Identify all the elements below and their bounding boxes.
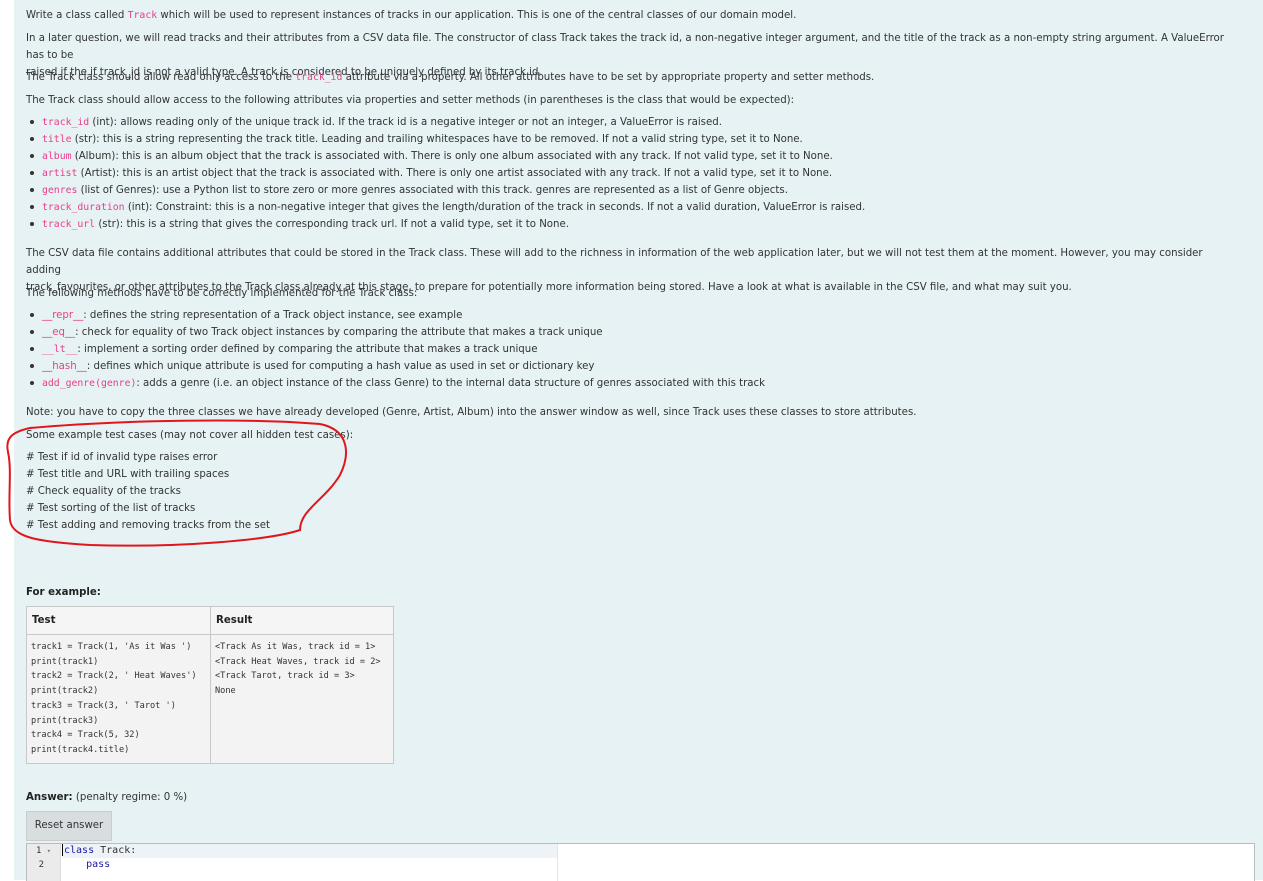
attribute-item: artist (Artist): this is an artist objec… bbox=[30, 165, 1228, 182]
test-case-line: # Test if id of invalid type raises erro… bbox=[26, 452, 218, 463]
code-line[interactable]: class Track: bbox=[62, 844, 557, 858]
code-editor[interactable]: 1 ▾ 2 class Track: pass bbox=[26, 843, 1255, 881]
method-item: __eq__: check for equality of two Track … bbox=[30, 324, 1228, 341]
editor-gutter: 1 ▾ 2 bbox=[27, 844, 61, 881]
intro-text-b: which will be used to represent instance… bbox=[157, 10, 797, 21]
example-test-code: track1 = Track(1, 'As it Was ') print(tr… bbox=[26, 634, 211, 764]
fold-icon[interactable]: ▾ bbox=[47, 847, 51, 855]
code-area[interactable]: class Track: pass bbox=[62, 844, 557, 872]
answer-label: Answer: bbox=[26, 792, 73, 803]
methods-list: __repr__: defines the string representat… bbox=[28, 307, 1228, 392]
method-item: __lt__: implement a sorting order define… bbox=[30, 341, 1228, 358]
code-line[interactable]: pass bbox=[62, 858, 557, 872]
test-case-line: # Test title and URL with trailing space… bbox=[26, 469, 230, 480]
example-heading: For example: bbox=[26, 587, 101, 598]
readonly-paragraph: The Track class should allow read only a… bbox=[26, 69, 1231, 86]
line-number: 2 bbox=[38, 860, 44, 870]
example-result-output: <Track As it Was, track id = 1> <Track H… bbox=[210, 634, 394, 764]
test-cases-list: # Test if id of invalid type raises erro… bbox=[26, 449, 1231, 534]
note-paragraph: Note: you have to copy the three classes… bbox=[26, 407, 917, 418]
line-number: 1 ▾ bbox=[35, 846, 51, 856]
readonly-text-b: attribute via a property. All other attr… bbox=[342, 72, 875, 83]
method-item: __hash__: defines which unique attribute… bbox=[30, 358, 1228, 375]
answer-header: Answer: (penalty regime: 0 %) bbox=[26, 789, 1231, 806]
example-header-result: Result bbox=[210, 606, 394, 635]
constructor-line-1: In a later question, we will read tracks… bbox=[26, 33, 1224, 61]
example-table: Test Result track1 = Track(1, 'As it Was… bbox=[26, 606, 394, 764]
attributes-list: track_id (int): allows reading only of t… bbox=[28, 114, 1228, 233]
csv-line-1: The CSV data file contains additional at… bbox=[26, 248, 1203, 276]
attribute-item: title (str): this is a string representi… bbox=[30, 131, 1228, 148]
track-class-code: Track bbox=[127, 10, 158, 21]
attribute-item: track_duration (int): Constraint: this i… bbox=[30, 199, 1228, 216]
attribute-item: track_url (str): this is a string that g… bbox=[30, 216, 1228, 233]
attribute-item: album (Album): this is an album object t… bbox=[30, 148, 1228, 165]
test-case-line: # Check equality of the tracks bbox=[26, 486, 181, 497]
print-margin bbox=[557, 844, 558, 881]
example-header-test: Test bbox=[26, 606, 211, 635]
intro-text-a: Write a class called bbox=[26, 10, 128, 21]
readonly-text-a: The Track class should allow read only a… bbox=[26, 72, 296, 83]
method-item: __repr__: defines the string representat… bbox=[30, 307, 1228, 324]
reset-answer-button[interactable]: Reset answer bbox=[26, 811, 112, 841]
penalty-regime: (penalty regime: 0 %) bbox=[75, 792, 188, 803]
attribute-item: genres (list of Genres): use a Python li… bbox=[30, 182, 1228, 199]
attribute-item: track_id (int): allows reading only of t… bbox=[30, 114, 1228, 131]
attributes-intro: The Track class should allow access to t… bbox=[26, 95, 795, 106]
test-cases-intro: Some example test cases (may not cover a… bbox=[26, 430, 354, 441]
test-case-line: # Test sorting of the list of tracks bbox=[26, 503, 196, 514]
method-item: add_genre(genre): adds a genre (i.e. an … bbox=[30, 375, 1228, 392]
methods-intro: The following methods have to be correct… bbox=[26, 288, 418, 299]
test-case-line: # Test adding and removing tracks from t… bbox=[26, 520, 270, 531]
intro-paragraph: Write a class called Track which will be… bbox=[26, 7, 1231, 24]
track-id-code: track_id bbox=[295, 72, 343, 83]
text-cursor bbox=[62, 844, 63, 856]
